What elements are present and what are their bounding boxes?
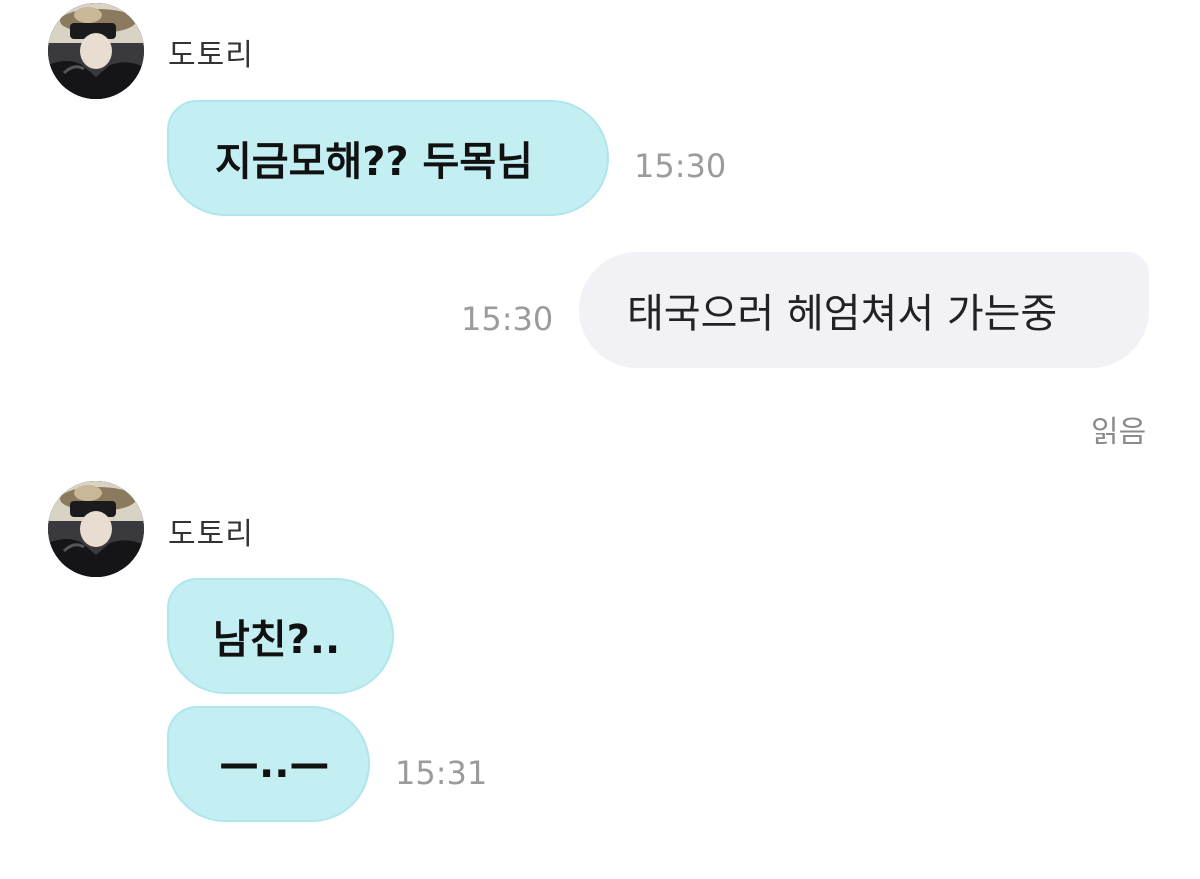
message-text: —..— (219, 741, 330, 787)
incoming-message-bubble[interactable]: 지금모해?? 두목님 (167, 100, 609, 216)
profile-photo-icon (48, 3, 144, 99)
sender-avatar[interactable] (48, 481, 144, 577)
message-timestamp: 15:30 (634, 147, 727, 185)
incoming-message-bubble[interactable]: —..— (167, 706, 370, 822)
message-timestamp: 15:31 (395, 754, 488, 792)
sender-avatar[interactable] (48, 3, 144, 99)
message-text: 지금모해?? 두목님 (215, 139, 533, 185)
incoming-message-bubble[interactable]: 남친?.. (167, 578, 394, 694)
message-timestamp: 15:30 (461, 300, 554, 338)
sender-name: 도토리 (168, 517, 254, 552)
outgoing-message-bubble[interactable]: 태국으러 헤엄쳐서 가는중 (579, 252, 1149, 368)
sender-name: 도토리 (168, 38, 254, 73)
message-text: 태국으러 헤엄쳐서 가는중 (627, 291, 1058, 337)
profile-photo-icon (48, 481, 144, 577)
read-receipt: 읽음 (1091, 415, 1147, 450)
message-text: 남친?.. (213, 617, 341, 663)
